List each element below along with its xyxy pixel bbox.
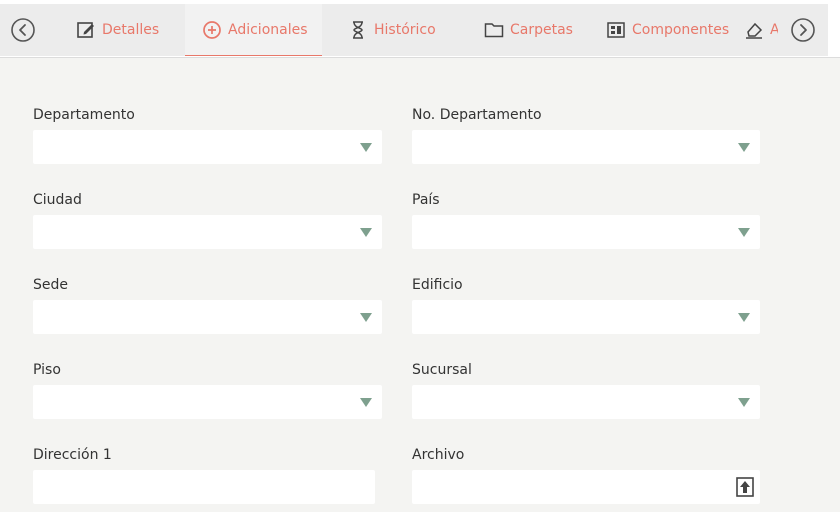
archivo-file-input[interactable] bbox=[412, 470, 760, 504]
edificio-select[interactable] bbox=[412, 300, 760, 334]
components-icon bbox=[606, 20, 626, 40]
tab-componentes[interactable]: Componentes bbox=[606, 4, 729, 56]
tab-detalles[interactable]: Detalles bbox=[76, 4, 159, 56]
piso-select[interactable] bbox=[33, 385, 382, 419]
direccion1-input[interactable] bbox=[33, 470, 375, 504]
tab-label: Componentes bbox=[632, 22, 730, 38]
tab-label: Detalles bbox=[102, 22, 160, 38]
chevron-right-circle-icon bbox=[791, 18, 815, 42]
scroll-tabs-right-button[interactable] bbox=[778, 4, 828, 56]
direccion1-label: Dirección 1 bbox=[33, 447, 112, 463]
departamento-select[interactable] bbox=[33, 130, 382, 164]
edit-icon bbox=[76, 20, 96, 40]
chevron-down-icon bbox=[738, 143, 750, 152]
archivo-label: Archivo bbox=[412, 447, 465, 463]
ciudad-label: Ciudad bbox=[33, 192, 82, 208]
scroll-tabs-left-button[interactable] bbox=[0, 4, 46, 56]
chevron-down-icon bbox=[360, 313, 372, 322]
ciudad-select[interactable] bbox=[33, 215, 382, 249]
eraser-icon bbox=[744, 20, 764, 40]
tab-label: Adicionales bbox=[228, 22, 308, 38]
tab-historico[interactable]: Histórico bbox=[348, 4, 436, 56]
hourglass-icon bbox=[348, 20, 368, 40]
pais-select[interactable] bbox=[412, 215, 760, 249]
upload-icon[interactable] bbox=[736, 477, 754, 497]
sede-select[interactable] bbox=[33, 300, 382, 334]
tab-label: A bbox=[770, 22, 778, 38]
folder-icon bbox=[484, 20, 504, 40]
sede-label: Sede bbox=[33, 277, 68, 293]
chevron-down-icon bbox=[360, 143, 372, 152]
chevron-down-icon bbox=[738, 313, 750, 322]
tab-carpetas[interactable]: Carpetas bbox=[484, 4, 573, 56]
pais-label: País bbox=[412, 192, 440, 208]
sucursal-select[interactable] bbox=[412, 385, 760, 419]
piso-label: Piso bbox=[33, 362, 61, 378]
edificio-label: Edificio bbox=[412, 277, 463, 293]
tab-label: Carpetas bbox=[510, 22, 573, 38]
no-departamento-select[interactable] bbox=[412, 130, 760, 164]
tab-label: Histórico bbox=[374, 22, 436, 38]
tab-a[interactable]: A bbox=[744, 4, 778, 56]
chevron-down-icon bbox=[738, 398, 750, 407]
tab-adicionales[interactable]: Adicionales bbox=[185, 4, 322, 56]
chevron-down-icon bbox=[360, 228, 372, 237]
chevron-left-circle-icon bbox=[11, 18, 35, 42]
departamento-label: Departamento bbox=[33, 107, 135, 123]
tab-list: Detalles Adicionales Histórico Carpetas bbox=[46, 4, 778, 56]
plus-circle-icon bbox=[202, 20, 222, 40]
sucursal-label: Sucursal bbox=[412, 362, 472, 378]
chevron-down-icon bbox=[360, 398, 372, 407]
no-departamento-label: No. Departamento bbox=[412, 107, 542, 123]
chevron-down-icon bbox=[738, 228, 750, 237]
tab-bar: Detalles Adicionales Histórico Carpetas bbox=[0, 0, 840, 58]
